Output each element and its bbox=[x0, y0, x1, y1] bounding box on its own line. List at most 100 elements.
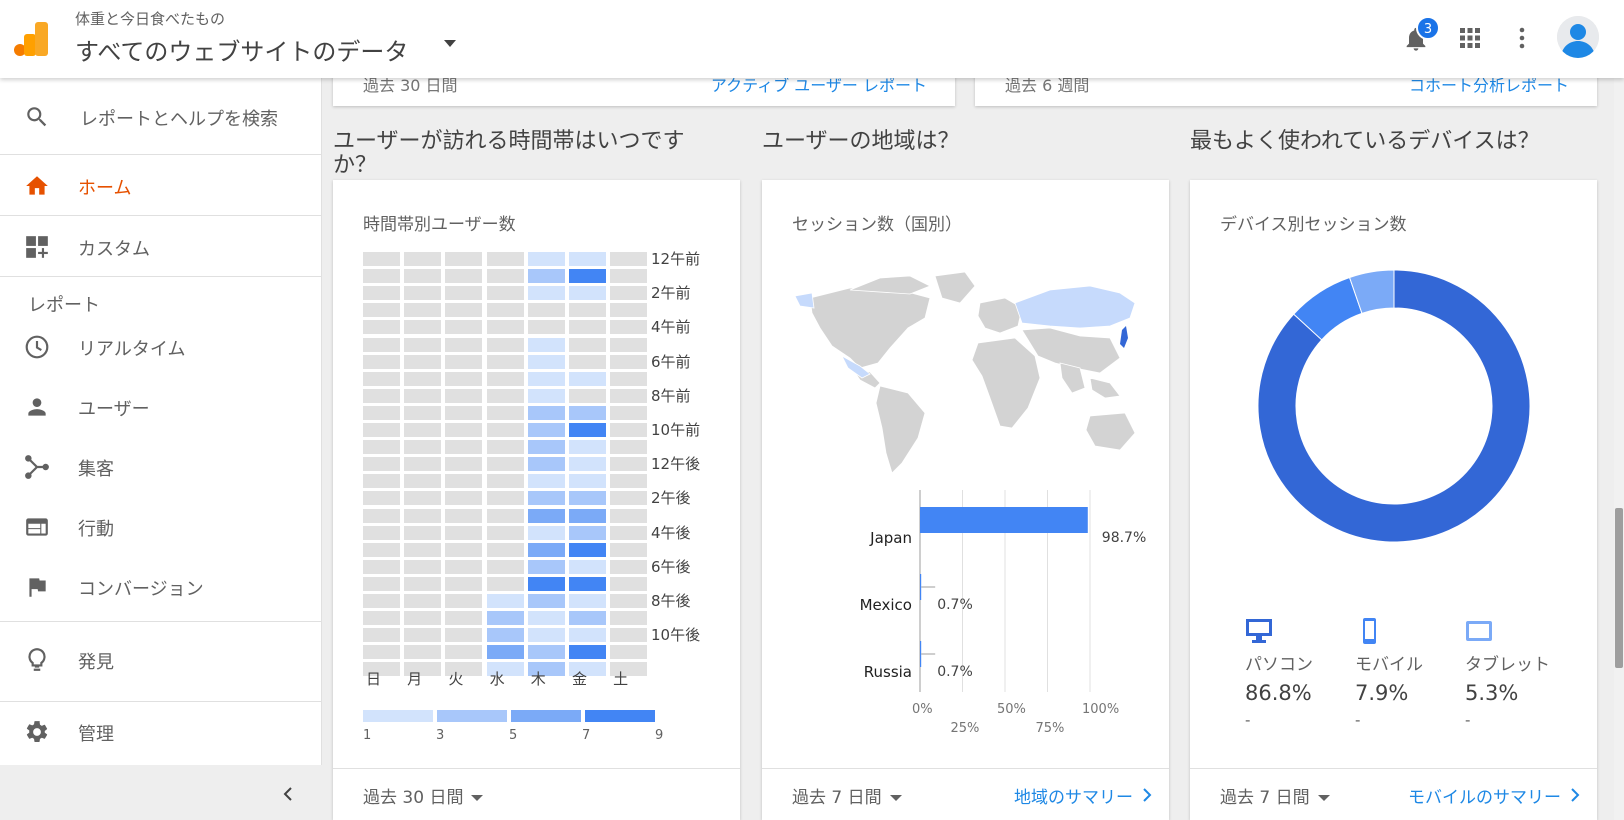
heatmap-cell bbox=[610, 628, 648, 643]
heatmap-cell bbox=[486, 320, 524, 335]
sidebar-search[interactable]: レポートとヘルプを検索 bbox=[0, 86, 322, 146]
heatmap-hour-label: 8午後 bbox=[651, 592, 691, 610]
axis-tick-label: 25% bbox=[950, 721, 980, 736]
sidebar-item-custom[interactable]: カスタム bbox=[0, 216, 322, 276]
heatmap-cell bbox=[569, 337, 606, 352]
heatmap-cell bbox=[610, 611, 648, 626]
caret-down-icon[interactable] bbox=[444, 40, 456, 47]
web-window-icon bbox=[26, 518, 48, 536]
device-tablet: タブレット 5.3% - bbox=[1465, 618, 1565, 729]
heatmap-cell bbox=[569, 252, 606, 266]
heatmap-cell bbox=[486, 286, 524, 301]
sidebar-item-users[interactable]: ユーザー bbox=[0, 376, 322, 436]
view-selector[interactable]: すべてのウェブサイトのデータ bbox=[75, 32, 408, 67]
heatmap-cell bbox=[445, 303, 483, 318]
heatmap-cell bbox=[486, 252, 524, 266]
sidebar-item-label: 行動 bbox=[78, 519, 114, 540]
person-icon bbox=[28, 398, 46, 416]
more-vert-icon[interactable] bbox=[1510, 26, 1534, 50]
heatmap-cell bbox=[363, 457, 400, 472]
card-title: デバイス別セッション数 bbox=[1220, 215, 1407, 235]
heatmap-cell bbox=[445, 388, 483, 403]
sidebar-item-acquisition[interactable]: 集客 bbox=[0, 436, 322, 496]
heatmap-cell bbox=[404, 405, 442, 420]
heatmap-cell bbox=[486, 645, 524, 660]
device-card: デバイス別セッション数 パソコン 86.8% - モバイル 7.9% - タブレ… bbox=[1190, 180, 1597, 820]
heatmap-cell bbox=[527, 354, 565, 369]
sidebar-item-discover[interactable]: 発見 bbox=[0, 629, 322, 689]
heatmap-cell bbox=[445, 542, 483, 557]
heatmap-legend-value: 3 bbox=[436, 728, 445, 743]
bar-category-label: Japan bbox=[870, 529, 912, 547]
period-selector[interactable]: 過去 7 日間 bbox=[792, 783, 902, 808]
analytics-logo-icon[interactable] bbox=[14, 22, 48, 56]
heatmap-cell bbox=[363, 508, 400, 523]
heatmap-cell bbox=[610, 576, 648, 591]
heatmap-cell bbox=[363, 371, 400, 386]
heatmap-cell bbox=[527, 371, 565, 386]
period-selector[interactable]: 過去 30 日間 bbox=[363, 783, 484, 808]
heatmap-cell bbox=[486, 559, 524, 574]
card-footer: 過去 7 日間 モバイルのサマリー bbox=[1190, 768, 1597, 820]
heatmap-cell bbox=[486, 525, 524, 540]
geo-summary-link[interactable]: 地域のサマリー bbox=[1014, 783, 1133, 808]
heatmap-cell bbox=[486, 269, 524, 284]
flag-icon bbox=[29, 578, 46, 597]
heatmap-cell bbox=[486, 440, 524, 455]
device-desktop: パソコン 86.8% - bbox=[1245, 618, 1345, 729]
heatmap-cell bbox=[527, 457, 565, 472]
heatmap-cell bbox=[445, 525, 483, 540]
device-donut-chart bbox=[1258, 270, 1530, 542]
sidebar-item-realtime[interactable]: リアルタイム bbox=[0, 316, 322, 376]
mobile-icon bbox=[1363, 618, 1376, 644]
heatmap-cell bbox=[610, 508, 648, 523]
heatmap-cell bbox=[569, 269, 606, 284]
mobile-summary-link[interactable]: モバイルのサマリー bbox=[1408, 783, 1561, 808]
heatmap-hour-label: 2午前 bbox=[651, 284, 691, 303]
sidebar-item-behavior[interactable]: 行動 bbox=[0, 496, 322, 556]
sidebar-item-conversion[interactable]: コンバージョン bbox=[0, 556, 322, 616]
sidebar-search-label: レポートとヘルプを検索 bbox=[80, 109, 278, 130]
top-bar: 体重と今日食べたもの すべてのウェブサイトのデータ 3 bbox=[0, 0, 1624, 78]
heatmap-cell bbox=[363, 440, 400, 455]
apps-grid-icon[interactable] bbox=[1458, 26, 1482, 50]
heatmap-cell bbox=[404, 286, 442, 301]
heatmap-cell bbox=[569, 576, 606, 591]
heatmap-cell bbox=[610, 440, 648, 455]
device-change: - bbox=[1465, 711, 1471, 729]
heatmap-hour-label: 12午後 bbox=[651, 455, 701, 474]
chevron-right-icon[interactable] bbox=[1141, 787, 1153, 803]
chevron-left-icon[interactable] bbox=[280, 786, 296, 802]
heatmap-cell bbox=[486, 303, 524, 318]
heatmap-cell bbox=[569, 508, 606, 523]
heatmap-cell bbox=[404, 320, 442, 335]
heatmap-cell bbox=[486, 594, 524, 608]
avatar[interactable] bbox=[1557, 16, 1599, 58]
heatmap-cell bbox=[445, 508, 483, 523]
heatmap-cell bbox=[404, 542, 442, 557]
scrollbar-thumb[interactable] bbox=[1615, 508, 1623, 668]
heatmap-cell bbox=[610, 320, 648, 335]
bar-japan bbox=[920, 507, 1088, 533]
heatmap-hour-label: 2午後 bbox=[651, 489, 691, 508]
heatmap-cell bbox=[527, 440, 565, 455]
scrollbar-track[interactable] bbox=[1614, 78, 1624, 820]
heatmap-cell bbox=[569, 354, 606, 369]
heatmap-cell bbox=[445, 474, 483, 489]
period-selector[interactable]: 過去 7 日間 bbox=[1220, 783, 1330, 808]
sidebar-item-admin[interactable]: 管理 bbox=[0, 701, 322, 761]
notification-badge[interactable]: 3 bbox=[1416, 16, 1440, 40]
user-avatar-icon bbox=[1557, 16, 1599, 58]
heatmap-cell bbox=[527, 405, 565, 420]
heatmap-day-label: 木 bbox=[530, 670, 546, 688]
heatmap-cell bbox=[404, 303, 442, 318]
heatmap-cell bbox=[610, 337, 648, 352]
heatmap-cell bbox=[404, 594, 442, 608]
sidebar-item-home[interactable]: ホーム bbox=[0, 155, 322, 215]
heatmap-cell bbox=[363, 645, 400, 660]
heatmap-cell bbox=[569, 457, 606, 472]
heatmap-cell bbox=[363, 474, 400, 489]
heatmap-cell bbox=[445, 628, 483, 643]
heatmap-cell bbox=[610, 388, 648, 403]
chevron-right-icon[interactable] bbox=[1569, 787, 1581, 803]
